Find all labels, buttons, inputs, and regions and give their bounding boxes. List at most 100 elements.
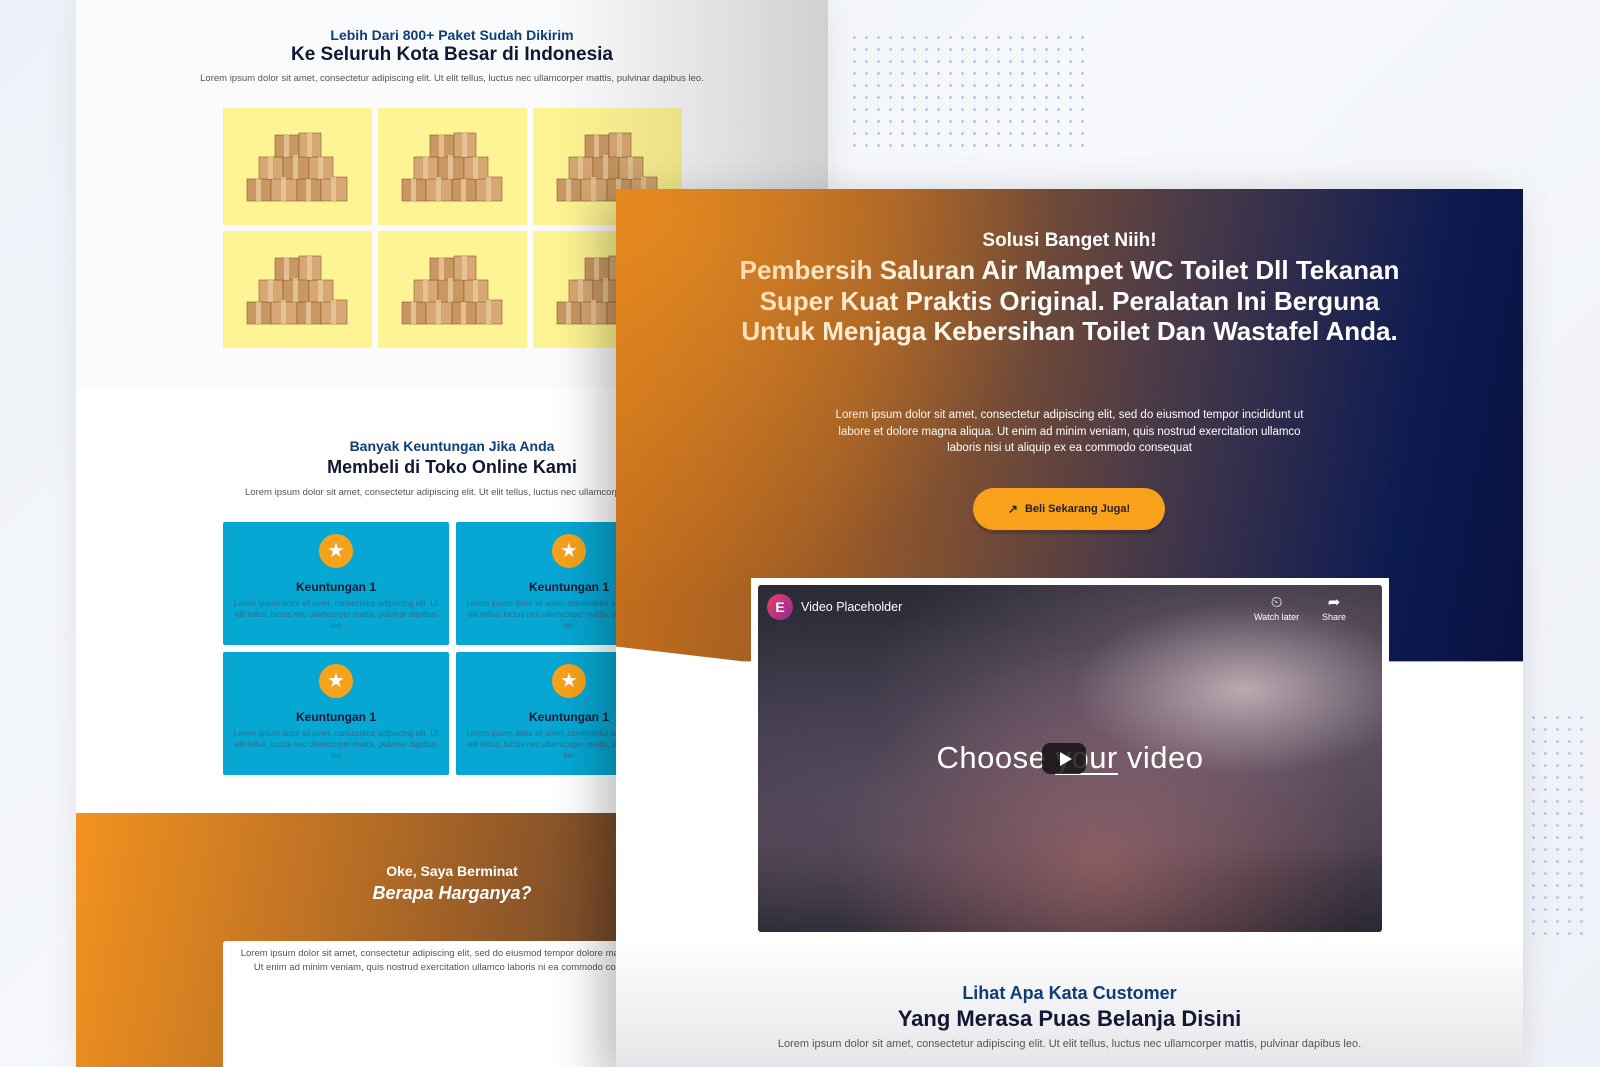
package-image [223, 231, 372, 348]
decorative-dot [853, 144, 856, 147]
decorative-dot [853, 48, 856, 51]
decorative-dot [1021, 132, 1024, 135]
decorative-dot [973, 72, 976, 75]
decorative-dot [1045, 144, 1048, 147]
decorative-dot [1568, 728, 1571, 731]
decorative-dot [853, 60, 856, 63]
decorative-dot [877, 108, 880, 111]
decorative-dot [1532, 812, 1535, 815]
decorative-dot [1033, 48, 1036, 51]
decorative-dot [1544, 716, 1547, 719]
decorative-dot [913, 48, 916, 51]
decorative-dot [901, 72, 904, 75]
package-image [378, 231, 527, 348]
decorative-dot [1580, 860, 1583, 863]
decorative-dot [889, 96, 892, 99]
decorative-dot [1580, 872, 1583, 875]
decorative-dot [1069, 120, 1072, 123]
section-text: Lorem ipsum dolor sit amet, consectetur … [200, 73, 704, 84]
decorative-dot [997, 48, 1000, 51]
decorative-dot [865, 108, 868, 111]
decorative-dot [1081, 96, 1084, 99]
decorative-dot [877, 84, 880, 87]
share-button[interactable]: ➦ Share [1322, 594, 1346, 622]
decorative-dot [973, 120, 976, 123]
decorative-dot [1081, 48, 1084, 51]
channel-logo-icon[interactable]: E [767, 594, 793, 620]
decorative-dot [1568, 776, 1571, 779]
cardboard-boxes-icon [401, 255, 502, 324]
section-eyebrow: Lihat Apa Kata Customer [962, 983, 1177, 1003]
decorative-dot [1580, 752, 1583, 755]
decorative-dot [937, 84, 940, 87]
decorative-dot-grid [1520, 716, 1592, 944]
decorative-dot [1568, 824, 1571, 827]
decorative-dot [1556, 884, 1559, 887]
decorative-dot [1532, 800, 1535, 803]
buy-now-button[interactable]: ↗ Beli Sekarang Juga! [973, 488, 1165, 530]
share-arrow-icon: ➦ [1327, 594, 1341, 611]
decorative-dot [997, 132, 1000, 135]
watch-later-button[interactable]: ⏲ Watch later [1254, 594, 1299, 622]
decorative-dot [961, 72, 964, 75]
decorative-dot [1556, 824, 1559, 827]
decorative-dot [1081, 72, 1084, 75]
decorative-dot [1033, 144, 1036, 147]
decorative-dot [985, 60, 988, 63]
decorative-dot [1057, 96, 1060, 99]
decorative-dot [1544, 932, 1547, 935]
decorative-dot [1580, 728, 1583, 731]
decorative-dot [901, 120, 904, 123]
decorative-dot [925, 84, 928, 87]
decorative-dot [1033, 36, 1036, 39]
decorative-dot [1544, 728, 1547, 731]
star-icon: ★ [319, 534, 353, 568]
decorative-dot [1544, 788, 1547, 791]
decorative-dot [1532, 896, 1535, 899]
package-gallery [223, 108, 682, 348]
decorative-dot [1544, 800, 1547, 803]
decorative-dot [925, 108, 928, 111]
decorative-dot [1544, 908, 1547, 911]
decorative-dot [1021, 72, 1024, 75]
decorative-dot [1568, 872, 1571, 875]
decorative-dot [853, 108, 856, 111]
play-button[interactable] [1042, 743, 1086, 774]
decorative-dot [1544, 920, 1547, 923]
decorative-dot [949, 72, 952, 75]
decorative-dot [1033, 96, 1036, 99]
decorative-dot [985, 108, 988, 111]
package-image [378, 108, 527, 225]
decorative-dot [1544, 752, 1547, 755]
decorative-dot [1081, 36, 1084, 39]
decorative-dot [961, 36, 964, 39]
decorative-dot [1568, 812, 1571, 815]
decorative-dot-grid [853, 36, 1093, 156]
decorative-dot [1033, 84, 1036, 87]
decorative-dot [1057, 108, 1060, 111]
decorative-dot [949, 84, 952, 87]
decorative-dot [1544, 776, 1547, 779]
decorative-dot [913, 120, 916, 123]
decorative-dot [1009, 48, 1012, 51]
decorative-dot [1045, 60, 1048, 63]
decorative-dot [853, 120, 856, 123]
decorative-dot [1568, 860, 1571, 863]
decorative-dot [877, 120, 880, 123]
decorative-dot [913, 144, 916, 147]
decorative-dot [1532, 884, 1535, 887]
decorative-dot [1045, 120, 1048, 123]
decorative-dot [1069, 96, 1072, 99]
decorative-dot [1556, 848, 1559, 851]
cardboard-boxes-icon [246, 132, 347, 201]
decorative-dot [973, 48, 976, 51]
decorative-dot [973, 36, 976, 39]
decorative-dot [961, 108, 964, 111]
decorative-dot [925, 120, 928, 123]
video-title[interactable]: Video Placeholder [801, 600, 902, 614]
decorative-dot [865, 60, 868, 63]
headline-pre: Choose [936, 740, 1056, 775]
decorative-dot [889, 72, 892, 75]
video-player[interactable]: E Video Placeholder ⏲ Watch later ➦ Shar… [758, 585, 1382, 932]
decorative-dot [985, 84, 988, 87]
